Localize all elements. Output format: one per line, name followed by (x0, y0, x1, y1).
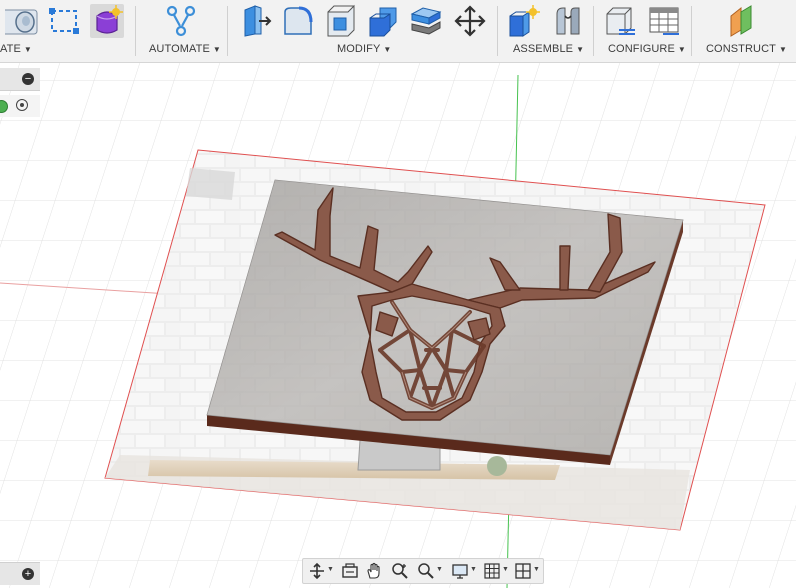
table-icon[interactable] (647, 4, 681, 38)
model-scene (0, 63, 796, 588)
offset-plane-icon[interactable] (725, 4, 759, 38)
comments-panel: + (0, 562, 40, 585)
grid-dropdown[interactable]: ▼ (502, 566, 509, 573)
press-pull-icon[interactable] (239, 4, 273, 38)
3d-viewport[interactable] (0, 63, 796, 588)
automate-group: AUTOMATE ▼ (137, 0, 225, 62)
modify-group: MODIFY ▼ (229, 0, 497, 62)
toolbar-separator (135, 6, 136, 56)
browser-header: − (0, 68, 40, 91)
fillet-icon[interactable] (281, 4, 315, 38)
move-icon[interactable] (453, 4, 487, 38)
split-body-icon[interactable] (409, 4, 443, 38)
display-settings-icon[interactable] (451, 562, 469, 580)
cylinder-icon[interactable] (5, 4, 39, 38)
viewports-dropdown[interactable]: ▼ (533, 566, 540, 573)
collapse-symbol: − (24, 73, 32, 85)
joint-icon[interactable] (551, 4, 585, 38)
toolbar: ATE ▼ AUTOMATE ▼ MODIFY ▼ ASSEMBLE ▼ CON… (0, 0, 796, 63)
configure-group: CONFIGURE ▼ (595, 0, 689, 62)
viewports-icon[interactable] (514, 562, 532, 580)
toolbar-separator (497, 6, 498, 56)
orbit-dropdown[interactable]: ▼ (327, 566, 334, 573)
look-at-icon[interactable] (341, 562, 359, 580)
collapse-button[interactable]: − (22, 73, 34, 85)
zoom-dropdown[interactable]: ▼ (436, 566, 443, 573)
browser-panel: − (0, 68, 40, 118)
new-component-icon[interactable] (507, 4, 541, 38)
navigation-bar: ▼ ▼ ▼ ▼ ▼ (302, 558, 544, 584)
toolbar-separator (691, 6, 692, 56)
shell-icon[interactable] (324, 4, 358, 38)
construct-menu-label[interactable]: CONSTRUCT ▼ (706, 43, 787, 55)
toolbar-separator (593, 6, 594, 56)
form-icon[interactable] (90, 4, 124, 38)
toolbar-separator (227, 6, 228, 56)
radio-icon[interactable] (16, 99, 28, 111)
configure-icon[interactable] (603, 4, 637, 38)
browser-row (0, 95, 40, 117)
expand-symbol: + (24, 568, 32, 580)
expand-button[interactable]: + (22, 568, 34, 580)
automate-menu-label[interactable]: AUTOMATE ▼ (149, 43, 221, 55)
create-menu-label[interactable]: ATE ▼ (0, 43, 32, 55)
modify-menu-label[interactable]: MODIFY ▼ (337, 43, 391, 55)
sketch-rectangle-icon[interactable] (47, 4, 81, 38)
zoom-icon[interactable] (391, 562, 409, 580)
assemble-menu-label[interactable]: ASSEMBLE ▼ (513, 43, 584, 55)
construct-group: CONSTRUCT ▼ (693, 0, 796, 62)
grid-settings-icon[interactable] (483, 562, 501, 580)
automate-icon[interactable] (164, 4, 198, 38)
assemble-group: ASSEMBLE ▼ (499, 0, 591, 62)
combine-icon[interactable] (366, 4, 400, 38)
fit-icon[interactable] (417, 562, 435, 580)
configure-menu-label[interactable]: CONFIGURE ▼ (608, 43, 686, 55)
create-group: ATE ▼ (0, 0, 130, 62)
display-dropdown[interactable]: ▼ (470, 566, 477, 573)
pan-icon[interactable] (365, 562, 383, 580)
visibility-icon[interactable] (0, 100, 8, 113)
orbit-icon[interactable] (308, 562, 326, 580)
